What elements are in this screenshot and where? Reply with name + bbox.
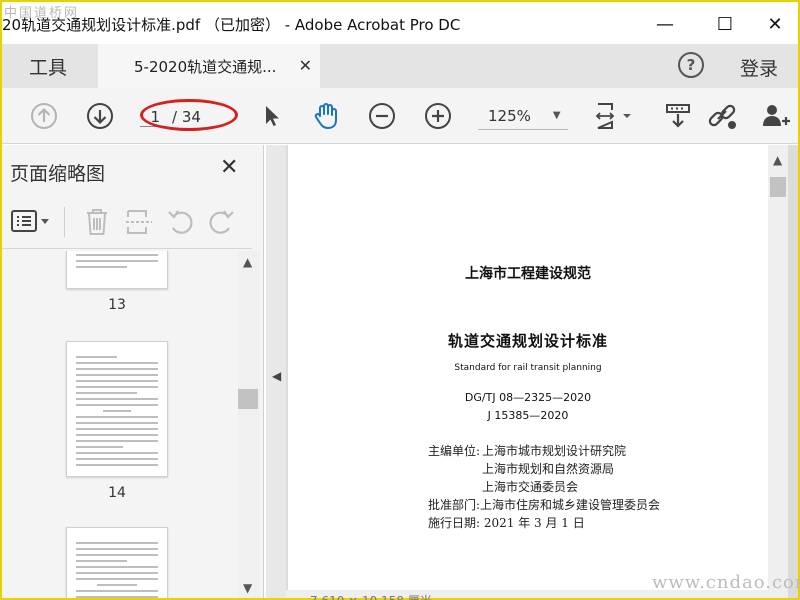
fit-page-icon[interactable] xyxy=(590,98,636,134)
minimize-button[interactable]: — xyxy=(642,8,688,40)
link-icon[interactable] xyxy=(704,98,740,134)
effective-date: 施行日期: 2021 年 3 月 1 日 xyxy=(428,516,585,530)
close-window-button[interactable]: ✕ xyxy=(752,8,798,40)
editor-unit-1: 上海市城市规划设计研究院 xyxy=(482,444,627,458)
page-dimensions: 7.610 × 10.158 厘米 xyxy=(310,592,432,600)
zoom-value: 125% xyxy=(488,106,531,125)
editor-label: 主编单位: xyxy=(428,444,481,458)
watermark-top: 中国道桥网 xyxy=(4,6,80,21)
thumbnail-label: 13 xyxy=(108,297,126,313)
select-cursor-icon[interactable] xyxy=(254,98,290,134)
toolbar-divider xyxy=(64,207,65,237)
next-page-icon[interactable] xyxy=(82,98,118,134)
tab-close-icon[interactable]: ✕ xyxy=(299,56,312,75)
scroll-thumb[interactable] xyxy=(770,177,786,197)
document-area: 上海市工程建设规范 轨道交通规划设计标准 Standard for rail t… xyxy=(286,145,798,598)
tab-row: 工具 5-2020轨道交通规... ✕ ? 登录 xyxy=(2,44,798,88)
panel-scrollbar[interactable]: ▲ ▼ xyxy=(238,251,260,598)
standard-record-code: J 15385—2020 xyxy=(487,409,569,422)
thumbnail-label: 14 xyxy=(108,485,126,501)
rotate-right-icon[interactable] xyxy=(206,207,236,241)
scroll-thumb[interactable] xyxy=(238,389,258,409)
tab-document[interactable]: 5-2020轨道交通规... ✕ xyxy=(98,44,320,88)
page-thumbnail[interactable] xyxy=(66,341,168,477)
page-english-title: Standard for rail transit planning xyxy=(454,363,602,373)
prev-page-icon[interactable] xyxy=(26,98,62,134)
toolbar: 1 / 34 125% ▼ xyxy=(2,88,798,144)
watermark-bottom: www.cndao.com xyxy=(652,572,800,593)
scroll-mode-icon[interactable] xyxy=(660,98,696,134)
standard-code: DG/TJ 08—2325—2020 xyxy=(464,391,592,404)
zoom-out-icon[interactable] xyxy=(364,98,400,134)
tab-tools[interactable]: 工具 xyxy=(2,44,94,88)
panel-toolbar xyxy=(2,197,252,249)
scroll-up-icon[interactable]: ▲ xyxy=(773,153,782,167)
thumbnail-panel: 页面缩略图 ✕ 13 14 ▲ ▼ xyxy=(2,145,264,598)
page-thumbnail[interactable] xyxy=(66,251,168,289)
page-heading: 上海市工程建设规范 xyxy=(465,266,591,282)
page-title: 轨道交通规划设计标准 xyxy=(447,332,608,350)
panel-collapse-handle[interactable]: ◀ xyxy=(266,145,286,598)
scroll-down-icon[interactable]: ▼ xyxy=(243,581,252,595)
document-scrollbar[interactable]: ▲ xyxy=(768,145,788,590)
panel-title: 页面缩略图 xyxy=(10,163,106,185)
chevron-down-icon: ▼ xyxy=(552,110,561,121)
thumbnail-list: 13 14 xyxy=(2,251,237,598)
tab-document-label: 5-2020轨道交通规... xyxy=(134,57,277,76)
delete-page-icon[interactable] xyxy=(84,207,110,241)
panel-close-icon[interactable]: ✕ xyxy=(220,155,238,180)
chevron-left-icon: ◀ xyxy=(272,369,282,383)
page-thumbnail[interactable] xyxy=(66,527,168,598)
title-bar: 20轨道交通规划设计标准.pdf （已加密） - Adobe Acrobat P… xyxy=(2,2,798,44)
zoom-in-icon[interactable] xyxy=(420,98,456,134)
zoom-dropdown[interactable]: 125% ▼ xyxy=(478,102,568,130)
hand-tool-icon[interactable] xyxy=(308,98,344,134)
editor-unit-3: 上海市交通委员会 xyxy=(482,480,579,494)
login-button[interactable]: 登录 xyxy=(740,54,778,81)
maximize-button[interactable]: ☐ xyxy=(702,8,748,40)
scroll-up-icon[interactable]: ▲ xyxy=(243,255,252,269)
add-user-icon[interactable] xyxy=(758,98,794,134)
extract-page-icon[interactable] xyxy=(124,207,154,241)
pdf-page: 上海市工程建设规范 轨道交通规划设计标准 Standard for rail t… xyxy=(288,145,768,595)
options-menu-icon[interactable] xyxy=(10,209,52,239)
red-annotation-oval xyxy=(140,99,238,131)
rotate-left-icon[interactable] xyxy=(166,207,196,241)
editor-unit-2: 上海市规划和自然资源局 xyxy=(482,462,615,476)
help-icon[interactable]: ? xyxy=(678,52,704,78)
approval-department: 批准部门:上海市住房和城乡建设管理委员会 xyxy=(428,498,661,512)
